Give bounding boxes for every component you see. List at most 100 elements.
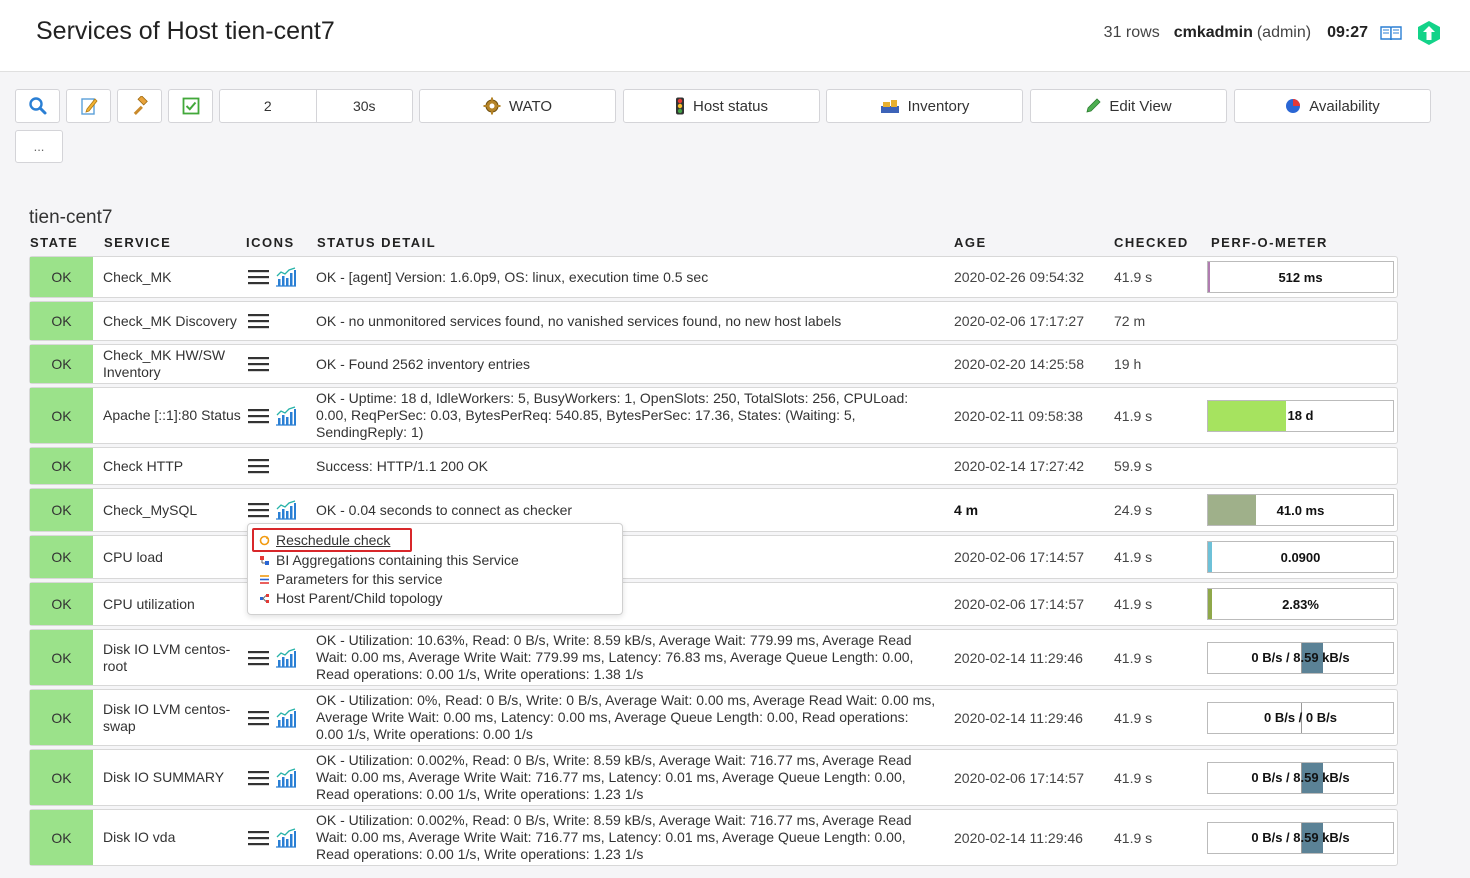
service-name[interactable]: CPU load	[103, 536, 243, 578]
service-name[interactable]: Check_MySQL	[103, 489, 243, 531]
tools-button[interactable]	[117, 89, 162, 123]
service-name[interactable]: Disk IO LVM centos-swap	[103, 690, 243, 745]
edit-view-button[interactable]: Edit View	[1030, 89, 1227, 123]
service-name[interactable]: Check HTTP	[103, 448, 243, 484]
menu-item-parameters[interactable]: Parameters for this service	[259, 571, 443, 587]
perf-o-meter[interactable]: 41.0 ms	[1207, 494, 1394, 526]
notepad-icon	[80, 98, 98, 115]
table-row: OK Check_MK HW/SW Inventory OK - Found 256…	[29, 344, 1398, 384]
menu-icon[interactable]	[248, 710, 269, 726]
state-badge: OK	[30, 690, 93, 745]
column-header-status-detail[interactable]: STATUS DETAIL	[317, 235, 436, 250]
menu-icon[interactable]	[248, 313, 269, 329]
state-badge: OK	[30, 583, 93, 625]
hammer-icon	[133, 96, 148, 115]
column-header-icons: ICONS	[246, 235, 295, 250]
age: 2020-02-14 11:29:46	[954, 649, 1083, 666]
age: 2020-02-14 11:29:46	[954, 829, 1083, 846]
service-context-menu: Reschedule check BI Aggregations contain…	[247, 523, 623, 615]
checked: 19 h	[1114, 356, 1142, 372]
perf-o-meter[interactable]: 0 B/s / 8.59 kB/s	[1207, 821, 1394, 854]
availability-button[interactable]: Availability	[1234, 89, 1431, 123]
availability-label: Availability	[1309, 97, 1380, 115]
graph-icon[interactable]	[275, 267, 297, 287]
menu-item-topology[interactable]: Host Parent/Child topology	[259, 590, 443, 606]
row-icons	[248, 448, 275, 484]
graph-icon[interactable]	[275, 767, 297, 788]
state-badge: OK	[30, 345, 93, 383]
graph-icon[interactable]	[275, 827, 297, 848]
menu-icon[interactable]	[248, 269, 269, 285]
menu-icon[interactable]	[248, 830, 269, 846]
table-row: OK Disk IO vda OK - Utilization: 0.002%, R…	[29, 809, 1398, 866]
perf-o-meter[interactable]: 0.0900	[1207, 541, 1394, 573]
wato-label: WATO	[508, 97, 553, 115]
inventory-label: Inventory	[907, 97, 970, 115]
state-badge: OK	[30, 257, 93, 297]
menu-icon[interactable]	[248, 650, 269, 666]
checkmk-logo-icon[interactable]	[1416, 20, 1442, 46]
pencil-icon	[1086, 98, 1101, 113]
state-badge: OK	[30, 302, 93, 340]
menu-item-bi-aggregations[interactable]: BI Aggregations containing this Service	[259, 552, 519, 568]
search-button[interactable]	[15, 89, 60, 123]
bi-icon	[260, 555, 269, 565]
inventory-icon	[880, 100, 899, 113]
column-header-state[interactable]: STATE	[30, 235, 78, 250]
refresh-count[interactable]: 2	[220, 90, 317, 122]
perf-o-meter[interactable]: 18 d	[1207, 399, 1394, 432]
table-row: OKCPU utilizationSteal: 0.02%, Total CPU…	[29, 582, 1398, 626]
service-name[interactable]: Check_MK Discovery	[103, 302, 243, 340]
service-name[interactable]: Apache [::1]:80 Status	[103, 388, 243, 443]
commands-button[interactable]	[66, 89, 111, 123]
checked: 41.9 s	[1114, 649, 1153, 666]
column-header-age[interactable]: AGE	[954, 235, 987, 250]
column-header-service[interactable]: SERVICE	[104, 235, 171, 250]
checked: 41.9 s	[1114, 769, 1153, 786]
book-icon[interactable]	[1380, 25, 1402, 41]
perf-o-meter[interactable]: 2.83%	[1207, 588, 1394, 620]
status-detail: OK - Found 2562 inventory entries	[316, 355, 531, 372]
checked: 24.9 s	[1114, 502, 1153, 518]
perf-o-meter[interactable]: 512 ms	[1207, 261, 1394, 293]
graph-icon[interactable]	[275, 647, 297, 668]
username[interactable]: cmkadmin	[1174, 24, 1253, 42]
clock: 09:27	[1327, 24, 1368, 41]
graph-icon[interactable]	[275, 707, 297, 728]
perf-value: 512 ms	[1278, 269, 1323, 285]
availability-icon	[1286, 99, 1301, 113]
inventory-button[interactable]: Inventory	[826, 89, 1023, 123]
perf-value: 0.0900	[1280, 549, 1321, 565]
service-name[interactable]: CPU utilization	[103, 583, 243, 625]
wato-button[interactable]: WATO	[419, 89, 616, 123]
perf-value: 0 B/s / 0 B/s	[1264, 710, 1337, 725]
service-name[interactable]: Check_MK	[103, 257, 243, 297]
refresh-interval[interactable]: 30s	[317, 90, 413, 122]
menu-icon[interactable]	[248, 458, 269, 474]
status-detail: OK - Utilization: 0%, Read: 0 B/s, Write…	[316, 692, 936, 742]
table-row: OK Apache [::1]:80 Status OK - Uptime: 18 …	[29, 387, 1398, 444]
menu-icon[interactable]	[248, 770, 269, 786]
menu-icon[interactable]	[248, 502, 269, 518]
perf-o-meter[interactable]: 0 B/s / 8.59 kB/s	[1207, 641, 1394, 674]
graph-icon[interactable]	[275, 405, 297, 426]
service-name[interactable]: Disk IO SUMMARY	[103, 750, 243, 805]
edit-view-label: Edit View	[1109, 97, 1172, 115]
perf-o-meter[interactable]: 0 B/s / 8.59 kB/s	[1207, 761, 1394, 794]
graph-icon[interactable]	[275, 500, 297, 520]
service-name[interactable]: Disk IO vda	[103, 810, 243, 865]
more-button[interactable]: ...	[15, 130, 63, 163]
column-header-checked[interactable]: CHECKED	[1114, 235, 1189, 250]
gear-icon	[483, 97, 501, 115]
host-status-button[interactable]: Host status	[623, 89, 820, 123]
menu-item-reschedule-check[interactable]: Reschedule check	[259, 532, 390, 548]
menu-icon[interactable]	[248, 356, 269, 372]
checkbox-button[interactable]	[168, 89, 213, 123]
service-name[interactable]: Check_MK HW/SW Inventory	[103, 345, 243, 383]
menu-icon[interactable]	[248, 408, 269, 424]
perf-o-meter[interactable]: 0 B/s / 0 B/s	[1207, 701, 1394, 734]
host-group-title[interactable]: tien-cent7	[29, 207, 112, 229]
parameters-icon	[260, 574, 269, 584]
perf-value: 0 B/s / 8.59 kB/s	[1251, 830, 1350, 845]
service-name[interactable]: Disk IO LVM centos-root	[103, 630, 243, 685]
